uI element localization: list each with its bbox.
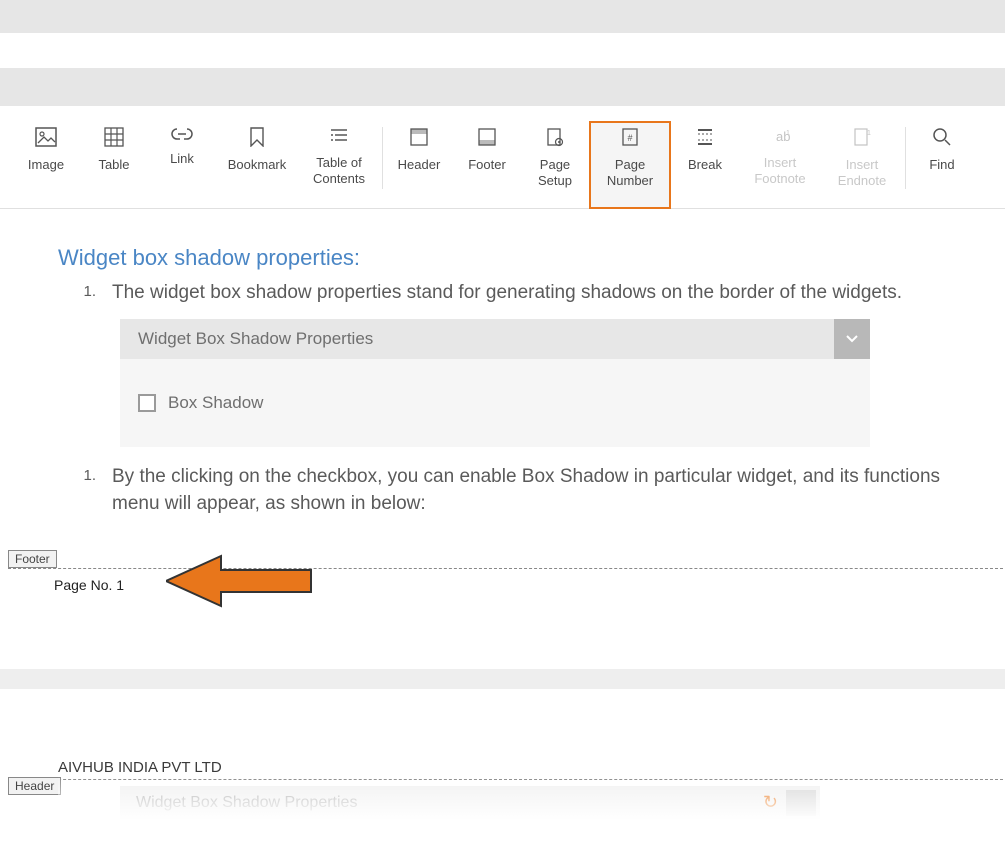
footer-tab[interactable]: Footer	[8, 550, 57, 568]
table-button[interactable]: Table	[80, 121, 148, 209]
footnote-button: ab1 Insert Footnote	[739, 121, 821, 209]
table-icon	[104, 127, 124, 147]
pagesetup-icon	[545, 127, 565, 147]
table-label: Table	[98, 157, 129, 173]
footnote-label: Insert Footnote	[754, 155, 805, 188]
find-label: Find	[929, 157, 954, 173]
break-label: Break	[688, 157, 722, 173]
page-gap	[0, 669, 1005, 689]
window-chrome	[0, 0, 1005, 33]
separator	[905, 127, 906, 189]
header-boundary	[8, 779, 1003, 780]
footer-button[interactable]: Footer	[453, 121, 521, 209]
panel-header: Widget Box Shadow Properties ↻	[120, 786, 820, 820]
widget-panel: Widget Box Shadow Properties Box Shadow	[120, 319, 870, 447]
separator	[382, 127, 383, 189]
pagesetup-label: Page Setup	[538, 157, 572, 190]
break-icon	[696, 127, 714, 147]
checkbox-label: Box Shadow	[168, 393, 263, 413]
image-button[interactable]: Image	[12, 121, 80, 209]
document-area: Widget box shadow properties: 1. The wid…	[0, 209, 1005, 820]
panel-header[interactable]: Widget Box Shadow Properties	[120, 319, 870, 359]
list-item: 1. By the clicking on the checkbox, you …	[58, 463, 965, 518]
find-button[interactable]: Find	[908, 121, 976, 209]
collapse-toggle[interactable]	[834, 319, 870, 359]
image-label: Image	[28, 157, 64, 173]
footer-label: Footer	[468, 157, 506, 173]
pagenumber-label: Page Number	[607, 157, 653, 190]
link-label: Link	[170, 151, 194, 167]
gap	[0, 33, 1005, 68]
header-icon	[409, 127, 429, 147]
footer-boundary	[8, 568, 1003, 569]
ribbon-band	[0, 68, 1005, 106]
pagesetup-button[interactable]: Page Setup	[521, 121, 589, 209]
chevron-down-icon	[846, 335, 858, 343]
panel-body: Box Shadow	[120, 359, 870, 447]
annotation-arrow-icon	[166, 550, 316, 612]
toc-label: Table of Contents	[313, 155, 365, 188]
image-icon	[35, 127, 57, 147]
panel-title: Widget Box Shadow Properties	[136, 794, 357, 812]
toc-icon	[329, 127, 349, 145]
toc-button[interactable]: Table of Contents	[298, 121, 380, 209]
ribbon-toolbar: Image Table Link Bookmark Table of Conte…	[0, 106, 1005, 209]
next-page-header-region: AIVHUB INDIA PVT LTD Header Widget Box S…	[58, 689, 965, 820]
list-text: The widget box shadow properties stand f…	[112, 279, 965, 307]
list-text: By the clicking on the checkbox, you can…	[112, 463, 965, 518]
list-item: 1. The widget box shadow properties stan…	[58, 279, 965, 307]
svg-text:1: 1	[786, 130, 790, 137]
header-label: Header	[398, 157, 441, 173]
widget-panel-faded: Widget Box Shadow Properties ↻	[120, 786, 820, 820]
svg-text:1: 1	[867, 130, 871, 137]
list-number: 1.	[58, 279, 112, 307]
bookmark-icon	[249, 127, 265, 147]
break-button[interactable]: Break	[671, 121, 739, 209]
pagenumber-button[interactable]: # Page Number	[589, 121, 671, 209]
pagenumber-icon: #	[620, 127, 640, 147]
collapse-toggle	[786, 790, 816, 816]
svg-text:#: #	[627, 133, 632, 143]
list-number: 1.	[58, 463, 112, 518]
header-button[interactable]: Header	[385, 121, 453, 209]
endnote-label: Insert Endnote	[838, 157, 886, 190]
find-icon	[932, 127, 952, 147]
link-button[interactable]: Link	[148, 121, 216, 209]
refresh-icon: ↻	[763, 792, 778, 813]
link-icon	[171, 127, 193, 141]
header-tab[interactable]: Header	[8, 777, 61, 795]
box-shadow-checkbox[interactable]	[138, 394, 156, 412]
section-heading: Widget box shadow properties:	[58, 245, 965, 271]
footer-region: Footer Page No. 1	[58, 568, 965, 593]
company-name: AIVHUB INDIA PVT LTD	[58, 759, 965, 776]
footer-icon	[477, 127, 497, 147]
endnote-icon: 1	[852, 127, 872, 147]
footnote-icon: ab1	[770, 127, 790, 145]
panel-title: Widget Box Shadow Properties	[120, 329, 373, 349]
bookmark-button[interactable]: Bookmark	[216, 121, 298, 209]
endnote-button: 1 Insert Endnote	[821, 121, 903, 209]
bookmark-label: Bookmark	[228, 157, 287, 173]
